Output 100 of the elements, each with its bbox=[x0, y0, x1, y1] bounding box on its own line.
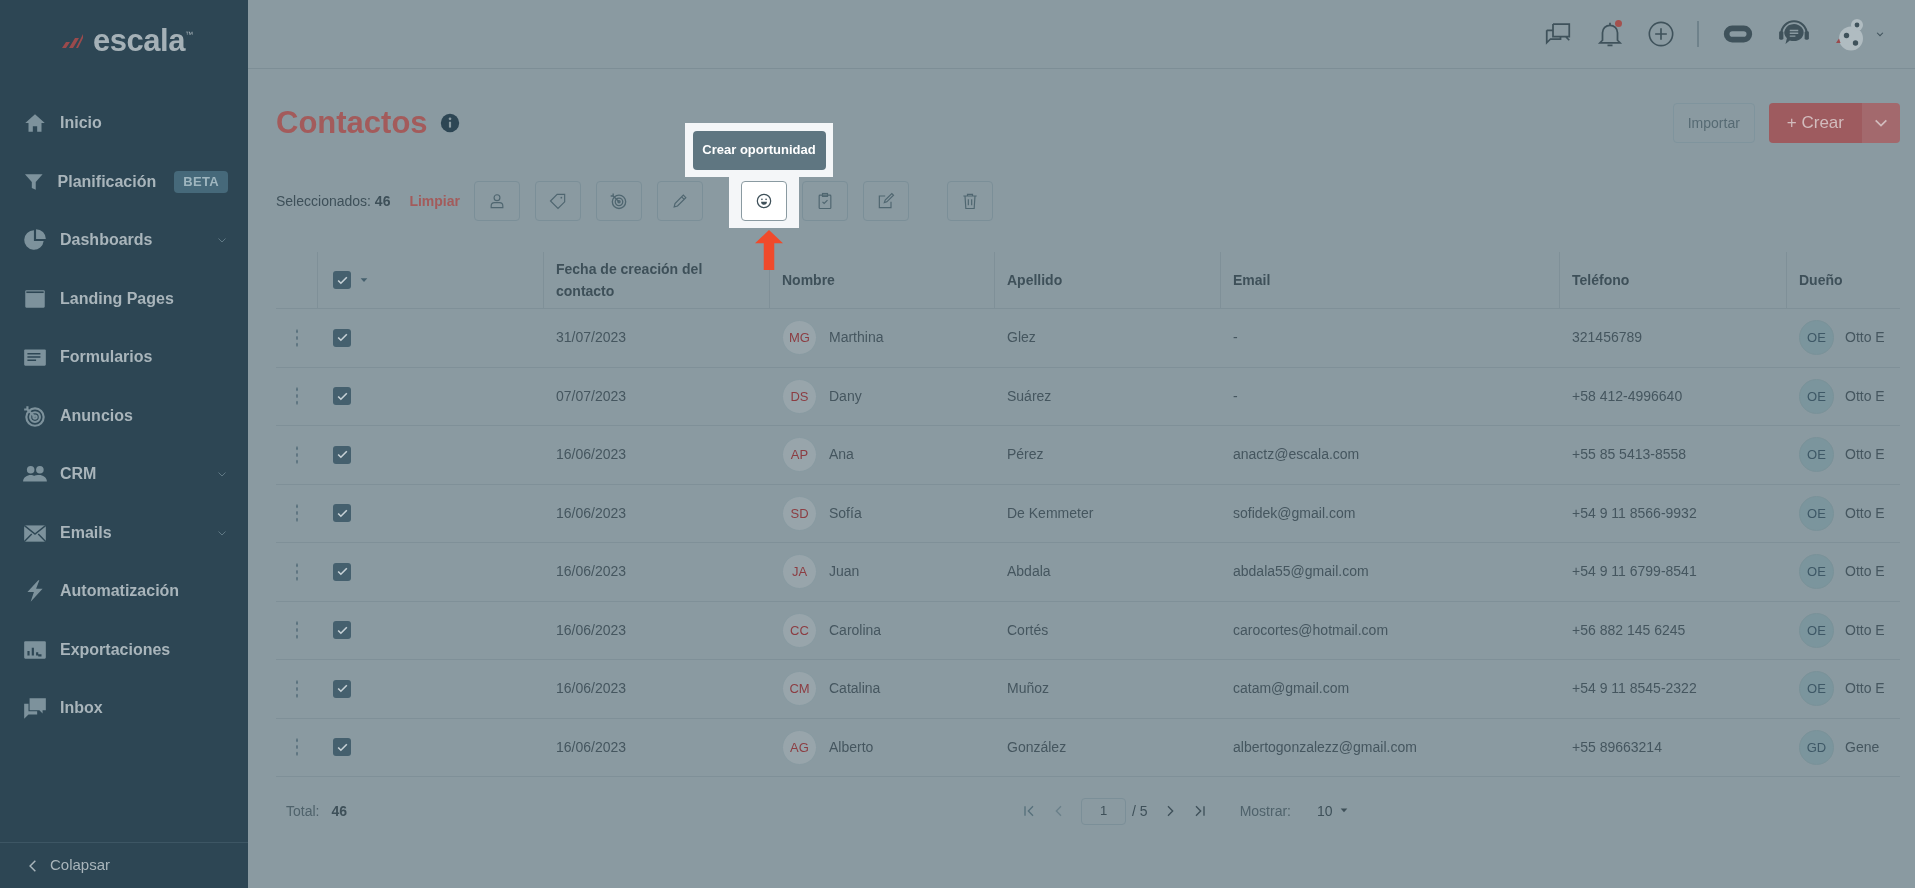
table-cell-text: 31/07/2023 bbox=[555, 328, 628, 348]
column-header[interactable]: Fecha de creación del contacto bbox=[556, 258, 757, 302]
checkbox[interactable] bbox=[333, 504, 351, 523]
page-count: / 5 bbox=[1132, 801, 1148, 821]
avatar: SD bbox=[782, 495, 817, 531]
avatar: JA bbox=[782, 554, 817, 590]
more-vertical-icon[interactable] bbox=[294, 562, 300, 581]
add-circle-icon[interactable] bbox=[1647, 20, 1675, 48]
trademark-sign: ™ bbox=[184, 29, 193, 39]
column-header[interactable]: Teléfono bbox=[1572, 269, 1630, 291]
table-cell-text: De Kemmeter bbox=[1006, 503, 1095, 523]
target-icon bbox=[609, 191, 629, 211]
table-cell-text: Otto E bbox=[1845, 503, 1885, 523]
checkbox[interactable] bbox=[333, 562, 351, 581]
checkbox[interactable] bbox=[333, 387, 351, 406]
sidebar-item[interactable]: Emails bbox=[0, 503, 248, 562]
column-header[interactable]: Email bbox=[1233, 269, 1271, 291]
checkbox[interactable] bbox=[333, 328, 351, 347]
page-size-label: Mostrar: bbox=[1239, 801, 1291, 821]
table-cell-text: Gene bbox=[1845, 737, 1880, 757]
table-cell-text: +58 412-4996640 bbox=[1571, 386, 1684, 406]
sidebar-item[interactable]: Inicio bbox=[0, 94, 248, 153]
pencil-icon bbox=[670, 191, 690, 211]
table-cell-text: Suárez bbox=[1006, 386, 1053, 406]
table-cell-text: anactz@escala.com bbox=[1232, 445, 1361, 465]
avatar: OE bbox=[1799, 320, 1834, 356]
table-cell-text: albertogonzalezz@gmail.com bbox=[1232, 737, 1418, 757]
create-button[interactable]: + Crear bbox=[1768, 103, 1862, 143]
table-cell-text: Otto E bbox=[1845, 620, 1885, 640]
sidebar-item[interactable]: CRM bbox=[0, 445, 248, 504]
smiley-icon bbox=[754, 191, 774, 211]
table-cell-text: 16/06/2023 bbox=[555, 445, 628, 465]
table-cell-text: Dany bbox=[829, 386, 862, 406]
table-cell-text: +56 882 145 6245 bbox=[1571, 620, 1687, 640]
avatar: OE bbox=[1799, 437, 1834, 473]
more-vertical-icon[interactable] bbox=[294, 738, 300, 757]
table-cell-text: Alberto bbox=[829, 737, 874, 757]
sidebar-item[interactable]: Planificación BETA bbox=[0, 152, 248, 211]
table-cell-text: Otto E bbox=[1845, 679, 1885, 699]
checkbox[interactable] bbox=[333, 679, 351, 698]
page-number-field[interactable]: 1 bbox=[1081, 797, 1127, 825]
checkbox[interactable] bbox=[333, 445, 351, 464]
page-title: Contactos bbox=[276, 103, 428, 142]
more-vertical-icon[interactable] bbox=[294, 445, 300, 464]
sidebar-item[interactable]: Formularios bbox=[0, 328, 248, 387]
column-header[interactable]: Apellido bbox=[1007, 269, 1063, 291]
more-vertical-icon[interactable] bbox=[294, 679, 300, 698]
checkbox[interactable] bbox=[333, 738, 351, 757]
checkbox[interactable] bbox=[333, 271, 351, 289]
page-size-select[interactable]: 10 bbox=[1316, 800, 1349, 822]
table-cell-text: 16/06/2023 bbox=[555, 620, 628, 640]
table-cell-text: Otto E bbox=[1845, 386, 1885, 406]
tooltip: Crear oportunidad bbox=[692, 130, 826, 170]
toolbar-button[interactable] bbox=[596, 181, 642, 221]
table-cell-text: Sofía bbox=[829, 503, 862, 523]
notifications-bell-icon[interactable] bbox=[1595, 19, 1625, 49]
table-cell-text: Ana bbox=[829, 445, 854, 465]
tag-icon bbox=[548, 191, 568, 211]
sidebar-item[interactable]: Anuncios bbox=[0, 386, 248, 445]
sidebar-item[interactable]: Inbox bbox=[0, 679, 248, 738]
more-vertical-icon[interactable] bbox=[294, 328, 300, 347]
sidebar-item[interactable]: Dashboards bbox=[0, 211, 248, 270]
user-menu[interactable] bbox=[1833, 16, 1885, 52]
avatar: CM bbox=[782, 671, 817, 707]
table-cell-text: Glez bbox=[1006, 328, 1037, 348]
more-vertical-icon[interactable] bbox=[294, 504, 300, 523]
table-cell-text: +55 85 5413-8558 bbox=[1571, 445, 1688, 465]
checkbox[interactable] bbox=[333, 621, 351, 640]
avatar: DS bbox=[782, 378, 817, 414]
avatar: MG bbox=[782, 320, 817, 356]
sidebar-item[interactable]: Exportaciones bbox=[0, 620, 248, 679]
table-cell-text: Otto E bbox=[1845, 445, 1885, 465]
more-vertical-icon[interactable] bbox=[294, 387, 300, 406]
edit-square-icon bbox=[876, 191, 896, 211]
table-cell-text: - bbox=[1232, 386, 1239, 406]
table-cell-text: sofidek@gmail.com bbox=[1232, 503, 1357, 523]
table-cell-text: 07/07/2023 bbox=[555, 386, 628, 406]
sidebar-item[interactable]: Landing Pages bbox=[0, 269, 248, 328]
more-vertical-icon[interactable] bbox=[294, 621, 300, 640]
column-header[interactable]: Dueño bbox=[1799, 269, 1843, 291]
toolbar-button[interactable] bbox=[741, 181, 787, 221]
avatar: OE bbox=[1799, 671, 1834, 707]
table-cell-text: +54 9 11 8566-9932 bbox=[1571, 503, 1698, 523]
sidebar-item[interactable]: Automatización bbox=[0, 562, 248, 621]
total-label: Total: bbox=[286, 801, 320, 821]
table-cell-text: 16/06/2023 bbox=[555, 679, 628, 699]
table-cell-text: Marthina bbox=[829, 328, 884, 348]
table-cell-text: - bbox=[1232, 328, 1239, 348]
table-cell-text: +54 9 11 8545-2322 bbox=[1571, 679, 1698, 699]
arrow-up-icon bbox=[755, 230, 783, 270]
table-cell-text: Catalina bbox=[829, 679, 881, 699]
table-cell-text: González bbox=[1006, 737, 1068, 757]
trash-icon bbox=[960, 191, 980, 211]
table-cell-text: Cortés bbox=[1006, 620, 1050, 640]
beta-badge: BETA bbox=[174, 171, 228, 193]
collapse-button[interactable]: Colapsar bbox=[26, 854, 111, 877]
column-header[interactable]: Nombre bbox=[782, 269, 835, 291]
table-cell-text: Otto E bbox=[1845, 328, 1885, 348]
table-cell-text: Abdala bbox=[1006, 562, 1052, 582]
avatar: OE bbox=[1799, 495, 1834, 531]
